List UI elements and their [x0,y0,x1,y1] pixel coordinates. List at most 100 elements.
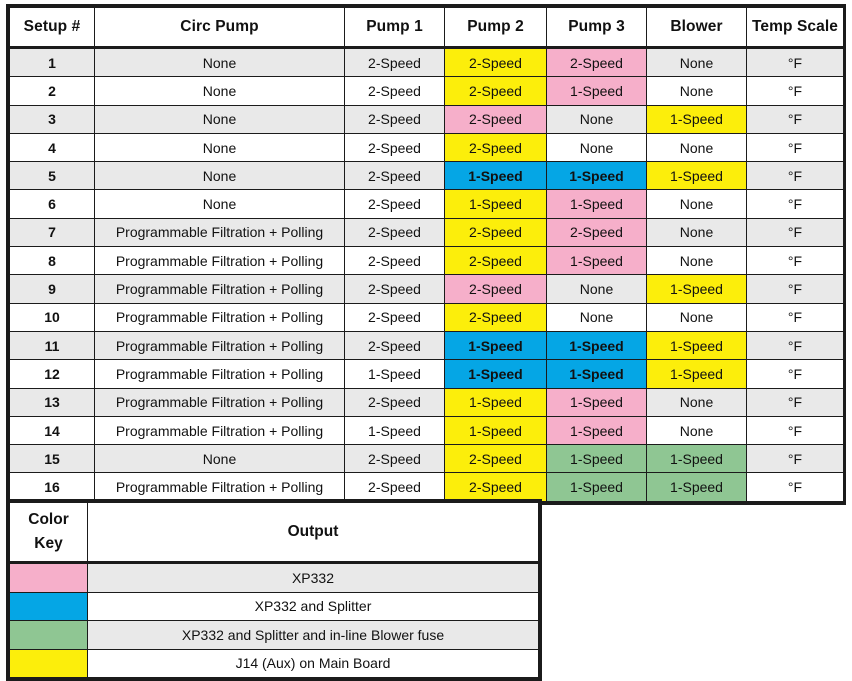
column-header-setup: Setup # [9,7,95,49]
cell-pump-2: 2-Speed [444,472,547,502]
cell-circ-pump: None [94,104,345,134]
color-key-header-label: Color Key [9,502,88,564]
cell-pump-1: 2-Speed [344,387,445,417]
cell-temp-scale: °F [746,217,844,248]
cell-circ-pump: Programmable Filtration + Polling [94,217,345,248]
color-key-header-row: Color Key Output [9,502,539,564]
cell-circ-pump: Programmable Filtration + Polling [94,274,345,304]
setup-reference-sheet: Setup # Circ Pump Pump 1 Pump 2 Pump 3 B… [0,0,852,681]
column-header-temp-scale: Temp Scale [746,7,844,49]
cell-circ-pump: Programmable Filtration + Polling [94,330,345,361]
color-key-body: XP332 XP332 and Splitter XP332 and Splitte… [9,562,539,678]
table-row: 4 None 2-Speed 2-Speed None None °F [9,132,844,163]
cell-pump-1: 2-Speed [344,76,445,106]
color-swatch-pink [9,562,88,593]
cell-pump-1: 2-Speed [344,472,445,502]
cell-temp-scale: °F [746,415,844,446]
cell-temp-scale: °F [746,46,844,78]
color-key-table: Color Key Output XP332 XP332 and Splitter… [6,499,542,681]
color-swatch-green [9,620,88,650]
cell-pump-3: 1-Speed [546,330,647,361]
cell-temp-scale: °F [746,76,844,106]
cell-blower: 1-Speed [646,274,747,304]
cell-pump-2: 1-Speed [444,415,547,446]
cell-pump-1: 2-Speed [344,161,445,191]
column-header-pump-2: Pump 2 [444,7,547,49]
cell-temp-scale: °F [746,274,844,304]
cell-temp-scale: °F [746,330,844,361]
cell-blower: 1-Speed [646,330,747,361]
color-key-header-line2: Key [34,535,63,552]
color-key-output-label: XP332 [87,562,539,593]
cell-pump-3: 1-Speed [546,76,647,106]
cell-pump-2: 2-Speed [444,76,547,106]
cell-blower: None [646,189,747,219]
cell-pump-3: 1-Speed [546,415,647,446]
table-row: 9 Programmable Filtration + Polling 2-Spee… [9,274,844,304]
color-key-output-label: J14 (Aux) on Main Board [87,648,539,678]
cell-pump-2: 2-Speed [444,246,547,276]
cell-pump-1: 2-Speed [344,274,445,304]
column-header-pump-3: Pump 3 [546,7,647,49]
cell-circ-pump: Programmable Filtration + Polling [94,359,345,389]
cell-setup-number: 7 [9,217,95,248]
table-row: 5 None 2-Speed 1-Speed 1-Speed 1-Speed °F [9,161,844,191]
cell-circ-pump: Programmable Filtration + Polling [94,415,345,446]
table-row: 13 Programmable Filtration + Polling 2-Spe… [9,387,844,417]
color-swatch-yellow [9,648,88,678]
table-row: 2 None 2-Speed 2-Speed 1-Speed None °F [9,76,844,106]
cell-pump-3: 1-Speed [546,246,647,276]
cell-blower: 1-Speed [646,359,747,389]
cell-pump-3: 1-Speed [546,161,647,191]
cell-pump-2: 2-Speed [444,444,547,474]
cell-setup-number: 5 [9,161,95,191]
cell-circ-pump: Programmable Filtration + Polling [94,472,345,502]
cell-blower: 1-Speed [646,472,747,502]
cell-blower: None [646,217,747,248]
cell-pump-2: 2-Speed [444,132,547,163]
cell-blower: None [646,387,747,417]
cell-pump-1: 1-Speed [344,415,445,446]
cell-setup-number: 10 [9,302,95,332]
table-row: 16 Programmable Filtration + Polling 2-Spe… [9,472,844,502]
cell-circ-pump: Programmable Filtration + Polling [94,246,345,276]
color-swatch-blue [9,591,88,621]
cell-pump-3: None [546,302,647,332]
color-key-row: J14 (Aux) on Main Board [9,648,539,678]
cell-temp-scale: °F [746,104,844,134]
cell-setup-number: 8 [9,246,95,276]
cell-setup-number: 15 [9,444,95,474]
cell-temp-scale: °F [746,387,844,417]
table-row: 10 Programmable Filtration + Polling 2-Spe… [9,302,844,332]
cell-circ-pump: None [94,444,345,474]
column-header-blower: Blower [646,7,747,49]
cell-blower: None [646,132,747,163]
cell-temp-scale: °F [746,132,844,163]
column-header-circ-pump: Circ Pump [94,7,345,49]
cell-blower: 1-Speed [646,104,747,134]
cell-circ-pump: Programmable Filtration + Polling [94,302,345,332]
cell-pump-1: 2-Speed [344,189,445,219]
cell-pump-2: 2-Speed [444,46,547,78]
cell-setup-number: 3 [9,104,95,134]
cell-setup-number: 9 [9,274,95,304]
cell-blower: None [646,246,747,276]
table-row: 15 None 2-Speed 2-Speed 1-Speed 1-Speed °F [9,444,844,474]
color-key-header-line1: Color [28,510,69,528]
color-key-output-label: XP332 and Splitter and in-line Blower fu… [87,620,539,650]
cell-pump-3: 1-Speed [546,472,647,502]
cell-temp-scale: °F [746,161,844,191]
cell-pump-1: 2-Speed [344,330,445,361]
cell-blower: None [646,46,747,78]
cell-pump-2: 1-Speed [444,161,547,191]
cell-pump-3: 1-Speed [546,387,647,417]
table-header-row: Setup # Circ Pump Pump 1 Pump 2 Pump 3 B… [9,7,844,49]
table-row: 6 None 2-Speed 1-Speed 1-Speed None °F [9,189,844,219]
cell-blower: None [646,76,747,106]
table-row: 7 Programmable Filtration + Polling 2-Spee… [9,217,844,248]
cell-blower: 1-Speed [646,444,747,474]
cell-temp-scale: °F [746,359,844,389]
cell-blower: 1-Speed [646,161,747,191]
cell-temp-scale: °F [746,472,844,502]
table-row: 12 Programmable Filtration + Polling 1-Spe… [9,359,844,389]
